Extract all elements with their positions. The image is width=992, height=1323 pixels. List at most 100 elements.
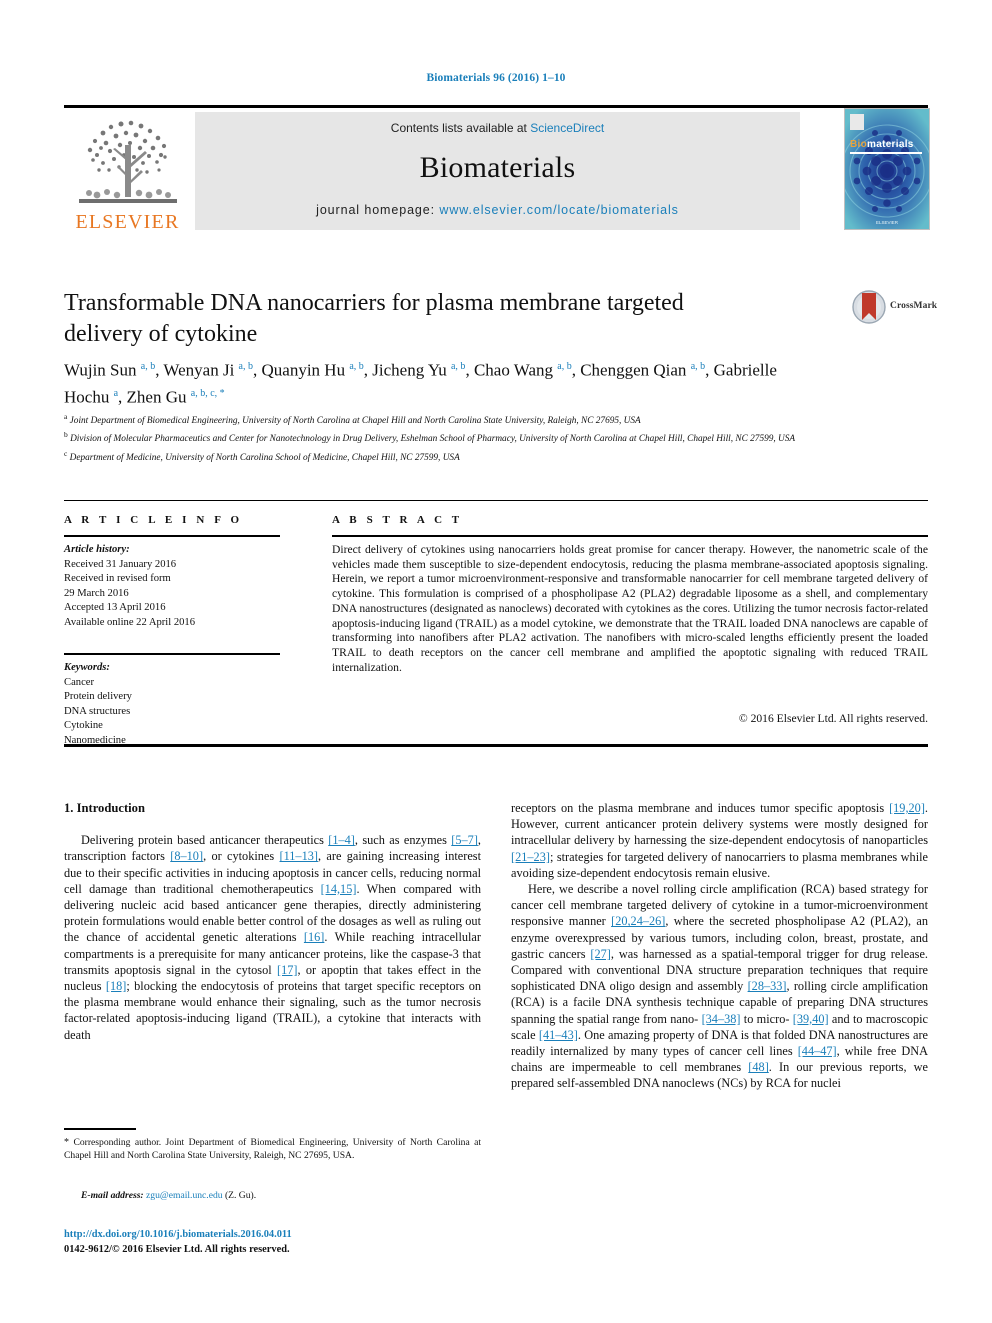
body-paragraph: Here, we describe a novel rolling circle… bbox=[511, 882, 928, 1091]
citation-link[interactable]: [41–43] bbox=[539, 1028, 578, 1042]
author-separator: , bbox=[253, 360, 262, 380]
abstract-header: A B S T R A C T bbox=[332, 514, 463, 526]
citation-link[interactable]: [34–38] bbox=[702, 1012, 741, 1026]
doi-line[interactable]: http://dx.doi.org/10.1016/j.biomaterials… bbox=[64, 1228, 481, 1242]
citation-link[interactable]: [8–10] bbox=[170, 849, 203, 863]
keyword-item: Protein delivery bbox=[64, 691, 132, 703]
issn-copyright-line: 0142-9612/© 2016 Elsevier Ltd. All right… bbox=[64, 1244, 290, 1255]
email-link[interactable]: zgu@email.unc.edu bbox=[146, 1190, 223, 1201]
article-history-item: Available online 22 April 2016 bbox=[64, 616, 196, 628]
affiliation-item: a Joint Department of Biomedical Enginee… bbox=[64, 410, 928, 428]
citation-link[interactable]: [48] bbox=[748, 1060, 769, 1074]
journal-masthead: ELSEVIER Contents lists available at Sci… bbox=[64, 108, 930, 232]
cover-publisher-mark bbox=[850, 114, 864, 130]
author-affiliation-marks: a, b bbox=[557, 361, 572, 372]
email-line: E-mail address: zgu@email.unc.edu (Z. Gu… bbox=[64, 1189, 481, 1202]
author-name: Chenggen Qian bbox=[580, 360, 691, 380]
keywords-lines: Cancer Protein delivery DNA structures Cyto… bbox=[64, 676, 294, 749]
affiliation-text: Department of Medicine, University of No… bbox=[67, 452, 460, 463]
body-paragraph: receptors on the plasma membrane and ind… bbox=[511, 801, 928, 880]
citation-link[interactable]: [17] bbox=[277, 963, 298, 977]
abstract-text: Direct delivery of cytokines using nanoc… bbox=[332, 543, 929, 674]
citation-link[interactable]: [16] bbox=[304, 930, 325, 944]
page-title: Transformable DNA nanocarriers for plasm… bbox=[64, 290, 684, 347]
abstract-copyright: © 2016 Elsevier Ltd. All rights reserved… bbox=[738, 712, 928, 725]
elsevier-logo: ELSEVIER bbox=[64, 110, 191, 232]
citation-link[interactable]: [5–7] bbox=[451, 833, 478, 847]
article-info-rule-2 bbox=[64, 653, 280, 655]
journal-homepage-line: journal homepage: www.elsevier.com/locat… bbox=[316, 203, 679, 217]
author-name: Quanyin Hu bbox=[261, 360, 350, 380]
article-history-item: Received in revised form bbox=[64, 573, 171, 585]
right-column-paragraphs: receptors on the plasma membrane and ind… bbox=[511, 800, 928, 1092]
article-history-lines: Received 31 January 2016 Received in revi… bbox=[64, 558, 294, 631]
author-affiliation-marks: a, b bbox=[238, 361, 253, 372]
citation-link[interactable]: [14,15] bbox=[321, 882, 357, 896]
article-info-header: A R T I C L E I N F O bbox=[64, 514, 243, 526]
left-column-paragraphs: Delivering protein based anticancer ther… bbox=[64, 832, 481, 1043]
citation-link[interactable]: [1–4] bbox=[328, 833, 355, 847]
article-history-label: Article history: bbox=[64, 544, 130, 555]
abstract-band-bottom-rule bbox=[64, 744, 928, 747]
affiliation-list: a Joint Department of Biomedical Enginee… bbox=[64, 410, 928, 465]
keyword-item: Cytokine bbox=[64, 720, 103, 732]
journal-homepage-link[interactable]: www.elsevier.com/locate/biomaterials bbox=[439, 203, 678, 217]
crossmark-label: CrossMark bbox=[890, 301, 938, 311]
citation-link[interactable]: [19,20] bbox=[889, 801, 925, 815]
doi-link[interactable]: http://dx.doi.org/10.1016/j.biomaterials… bbox=[64, 1229, 292, 1240]
author-name: Zhen Gu bbox=[126, 387, 191, 407]
section-heading-introduction: 1. Introduction bbox=[64, 801, 145, 815]
citation-link[interactable]: [27] bbox=[590, 947, 611, 961]
affiliation-item: b Division of Molecular Pharmaceutics an… bbox=[64, 428, 928, 446]
citation-link[interactable]: [44–47] bbox=[798, 1044, 837, 1058]
corresponding-author-text: Corresponding author. Joint Department o… bbox=[64, 1137, 481, 1161]
author-name: Chao Wang bbox=[473, 360, 558, 380]
journal-cover-thumbnail: Biomaterials ELSEVIER bbox=[844, 108, 930, 230]
running-head: Biomaterials 96 (2016) 1–10 bbox=[426, 72, 566, 84]
article-history-item: 29 March 2016 bbox=[64, 587, 129, 599]
author-separator: , bbox=[705, 360, 714, 380]
corresponding-author-note: * Corresponding author. Joint Department… bbox=[64, 1136, 481, 1162]
citation-link[interactable]: [20,24–26] bbox=[611, 914, 665, 928]
cover-footer-text: ELSEVIER bbox=[875, 220, 898, 225]
author-affiliation-marks: a, b bbox=[140, 361, 156, 372]
article-history-block: Article history: Received 31 January 201… bbox=[64, 543, 294, 631]
sciencedirect-link[interactable]: ScienceDirect bbox=[530, 121, 604, 135]
footnote-separator bbox=[64, 1128, 136, 1130]
abstract-rule bbox=[332, 535, 928, 537]
affiliation-text: Joint Department of Biomedical Engineeri… bbox=[67, 416, 641, 427]
body-paragraph: Delivering protein based anticancer ther… bbox=[64, 833, 482, 1042]
homepage-label: journal homepage: bbox=[316, 203, 440, 217]
citation-link[interactable]: [18] bbox=[106, 979, 127, 993]
cover-title-bio: Bio bbox=[850, 139, 868, 150]
author-affiliation-marks: a, b bbox=[349, 361, 364, 372]
contents-available-line: Contents lists available at ScienceDirec… bbox=[391, 121, 604, 135]
article-history-item: Received 31 January 2016 bbox=[64, 558, 177, 570]
elsevier-wordmark: ELSEVIER bbox=[75, 211, 180, 233]
journal-title: Biomaterials bbox=[419, 151, 576, 184]
cover-title: Biomaterials bbox=[850, 139, 914, 150]
affiliation-text: Division of Molecular Pharmaceutics and … bbox=[67, 434, 796, 445]
article-info-rule-1 bbox=[64, 535, 280, 537]
author-separator: , bbox=[465, 360, 474, 380]
email-label: E-mail address: bbox=[81, 1190, 144, 1201]
cover-title-materials: materials bbox=[867, 139, 914, 150]
keywords-label: Keywords: bbox=[64, 662, 110, 673]
keywords-block: Keywords: Cancer Protein delivery DNA stru… bbox=[64, 661, 294, 749]
author-name: Wenyan Ji bbox=[163, 360, 239, 380]
email-suffix: (Z. Gu). bbox=[224, 1190, 257, 1201]
crossmark-badge[interactable]: CrossMark bbox=[852, 288, 938, 330]
author-separator: , bbox=[118, 387, 127, 407]
keyword-item: Cancer bbox=[64, 676, 94, 688]
author-name: Jicheng Yu bbox=[372, 360, 451, 380]
body-column-left: 1. Introduction Delivering protein based… bbox=[64, 800, 481, 1043]
contents-prefix: Contents lists available at bbox=[390, 121, 531, 135]
author-separator: , bbox=[363, 360, 373, 380]
elsevier-tree-icon bbox=[78, 120, 177, 203]
citation-link[interactable]: [21–23] bbox=[511, 850, 550, 864]
citation-link[interactable]: [39,40] bbox=[793, 1012, 829, 1026]
abstract-band-top-rule bbox=[64, 500, 928, 501]
citation-link[interactable]: [11–13] bbox=[280, 849, 318, 863]
author-separator: , bbox=[571, 360, 581, 380]
citation-link[interactable]: [28–33] bbox=[748, 979, 787, 993]
